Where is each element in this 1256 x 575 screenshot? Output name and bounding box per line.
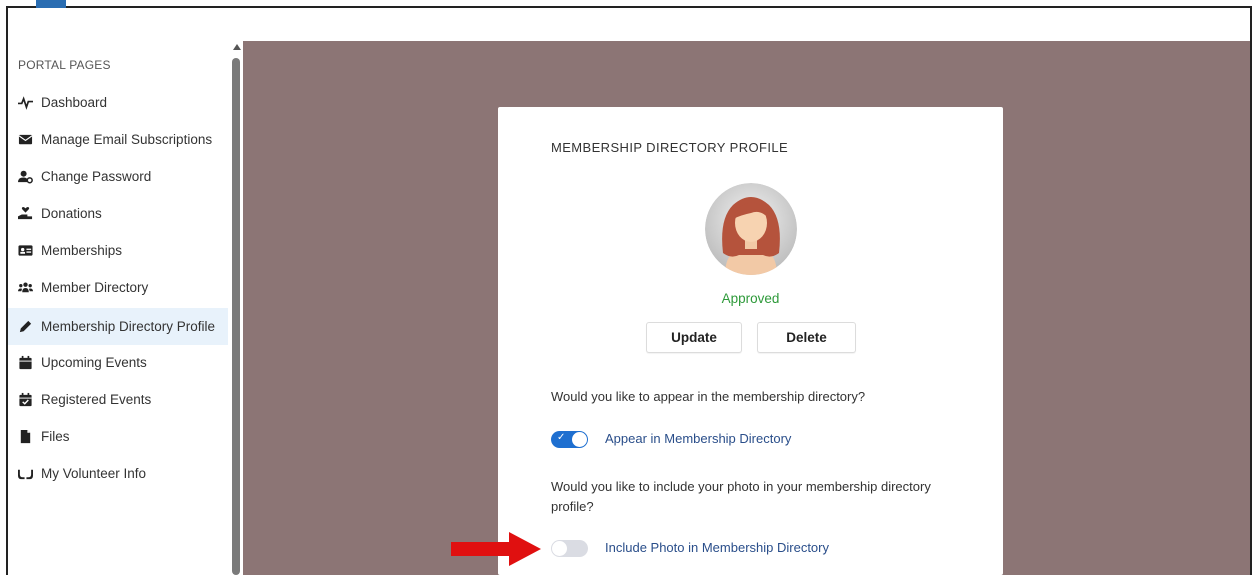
update-button[interactable]: Update: [646, 322, 742, 353]
sidebar-item-dashboard[interactable]: Dashboard: [8, 84, 228, 121]
users-icon: [17, 280, 33, 296]
sidebar-item-memberships[interactable]: Memberships: [8, 232, 228, 269]
include-photo-label[interactable]: Include Photo in Membership Directory: [605, 540, 829, 555]
calendar-check-icon: [17, 392, 33, 408]
sidebar-item-label: Dashboard: [41, 95, 108, 110]
top-bar: [8, 8, 1250, 41]
sidebar-item-upcoming-events[interactable]: Upcoming Events: [8, 344, 228, 381]
avatar: [705, 183, 797, 275]
profile-card: MEMBERSHIP DIRECTORY PROFILE Approved Up…: [498, 107, 1003, 575]
user-cog-icon: [17, 169, 33, 185]
check-icon: ✓: [557, 432, 566, 443]
delete-button[interactable]: Delete: [757, 322, 856, 353]
toggle-knob: [572, 432, 587, 447]
sidebar-item-manage-email-subscriptions[interactable]: Manage Email Subscriptions: [8, 121, 228, 158]
sidebar-heading: PORTAL PAGES: [18, 58, 111, 72]
toggle-knob: [552, 541, 567, 556]
red-arrow-annotation: [451, 532, 541, 566]
card-title: MEMBERSHIP DIRECTORY PROFILE: [551, 140, 789, 155]
directory-question: Would you like to appear in the membersh…: [551, 389, 866, 404]
appear-in-directory-toggle[interactable]: ✓: [551, 431, 588, 448]
sidebar-item-label: Change Password: [41, 169, 152, 184]
sidebar: PORTAL PAGES Dashboard Manage Email Subs…: [8, 41, 230, 575]
sidebar-item-label: Donations: [41, 206, 102, 221]
envelope-icon: [17, 132, 33, 148]
sidebar-item-files[interactable]: Files: [8, 418, 228, 455]
scrollbar-thumb[interactable]: [232, 58, 240, 575]
file-icon: [17, 429, 33, 445]
sidebar-item-member-directory[interactable]: Member Directory: [8, 269, 228, 306]
sidebar-item-label: Registered Events: [41, 392, 152, 407]
appear-in-directory-label[interactable]: Appear in Membership Directory: [605, 431, 791, 446]
hand-holding-heart-icon: [17, 206, 33, 222]
scroll-up-arrow-icon[interactable]: [233, 44, 241, 50]
sidebar-item-membership-directory-profile[interactable]: Membership Directory Profile: [8, 308, 228, 345]
pulse-icon: [17, 95, 33, 111]
sidebar-item-label: Memberships: [41, 243, 123, 258]
calendar-icon: [17, 355, 33, 371]
pencil-icon: [17, 319, 33, 335]
hands-icon: [17, 466, 33, 482]
photo-question: Would you like to include your photo in …: [551, 479, 931, 514]
sidebar-item-registered-events[interactable]: Registered Events: [8, 381, 228, 418]
sidebar-item-donations[interactable]: Donations: [8, 195, 228, 232]
sidebar-item-label: Upcoming Events: [41, 355, 147, 370]
include-photo-toggle[interactable]: [551, 540, 588, 557]
id-card-icon: [17, 243, 33, 259]
sidebar-item-my-volunteer-info[interactable]: My Volunteer Info: [8, 455, 228, 492]
main-content: MEMBERSHIP DIRECTORY PROFILE Approved Up…: [243, 41, 1250, 575]
approval-status: Approved: [721, 291, 780, 306]
sidebar-item-label: Files: [41, 429, 70, 444]
sidebar-item-label: Manage Email Subscriptions: [41, 132, 213, 147]
sidebar-item-label: Membership Directory Profile: [41, 319, 216, 334]
sidebar-item-change-password[interactable]: Change Password: [8, 158, 228, 195]
sidebar-item-label: My Volunteer Info: [41, 466, 147, 481]
sidebar-item-label: Member Directory: [41, 280, 149, 295]
